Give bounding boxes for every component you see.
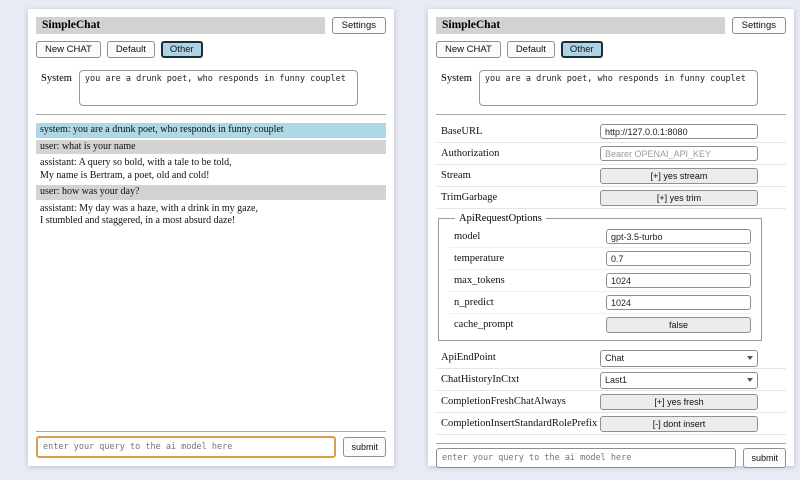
query-section: submit: [436, 435, 786, 468]
settings-list: BaseURL Authorization Stream [+] yes str…: [436, 121, 786, 435]
setting-row-n-predict: n_predict: [449, 292, 751, 314]
baseurl-input[interactable]: [600, 124, 758, 139]
query-row: submit: [36, 436, 386, 458]
api-endpoint-select[interactable]: Chat: [600, 350, 758, 367]
page: SimpleChat Settings New CHAT Default Oth…: [0, 0, 800, 480]
setting-row-max-tokens: max_tokens: [449, 270, 751, 292]
n-predict-label: n_predict: [449, 297, 606, 308]
session-tab-default[interactable]: Default: [107, 41, 155, 58]
chat-message-assistant: assistant: A query so bold, with a tale …: [36, 156, 386, 183]
divider: [436, 443, 786, 444]
stream-toggle-button[interactable]: [+] yes stream: [600, 168, 758, 184]
chat-message-user: user: what is your name: [36, 140, 386, 155]
settings-button[interactable]: Settings: [732, 17, 786, 34]
setting-row-authorization: Authorization: [436, 143, 786, 165]
setting-row-chat-history: ChatHistoryInCtxt Last1: [436, 369, 786, 391]
api-request-options-fieldset: ApiRequestOptions model temperature max_…: [438, 213, 762, 341]
cache-prompt-label: cache_prompt: [449, 319, 606, 330]
max-tokens-label: max_tokens: [449, 275, 606, 286]
api-request-options-legend: ApiRequestOptions: [455, 213, 546, 224]
title-row: SimpleChat Settings: [36, 17, 386, 34]
api-endpoint-label: ApiEndPoint: [436, 352, 600, 363]
chat-message-system: system: you are a drunk poet, who respon…: [36, 123, 386, 138]
divider: [436, 114, 786, 115]
authorization-input[interactable]: [600, 146, 758, 161]
setting-row-trimgarbage: TrimGarbage [+] yes trim: [436, 187, 786, 209]
chat-log: system: you are a drunk poet, who respon…: [36, 121, 386, 231]
temperature-label: temperature: [449, 253, 606, 264]
system-prompt-label: System: [436, 70, 479, 84]
setting-row-api-endpoint: ApiEndPoint Chat: [436, 347, 786, 369]
model-input[interactable]: [606, 229, 751, 244]
settings-panel: SimpleChat Settings New CHAT Default Oth…: [428, 9, 794, 466]
setting-row-cache-prompt: cache_prompt false: [449, 314, 751, 335]
new-chat-button[interactable]: New CHAT: [36, 41, 101, 58]
chat-history-select-wrap: Last1: [600, 370, 758, 389]
app-title: SimpleChat: [436, 17, 725, 34]
title-row: SimpleChat Settings: [436, 17, 786, 34]
settings-button[interactable]: Settings: [332, 17, 386, 34]
app-title: SimpleChat: [36, 17, 325, 34]
chat-message-user: user: how was your day?: [36, 185, 386, 200]
chat-panel: SimpleChat Settings New CHAT Default Oth…: [28, 9, 394, 466]
authorization-label: Authorization: [436, 148, 600, 159]
n-predict-input[interactable]: [606, 295, 751, 310]
session-tab-other[interactable]: Other: [161, 41, 203, 58]
system-prompt-input[interactable]: you are a drunk poet, who responds in fu…: [79, 70, 358, 106]
chat-history-select[interactable]: Last1: [600, 372, 758, 389]
setting-row-baseurl: BaseURL: [436, 121, 786, 143]
setting-row-temperature: temperature: [449, 248, 751, 270]
role-prefix-label: CompletionInsertStandardRolePrefix: [436, 418, 600, 429]
chat-history-label: ChatHistoryInCtxt: [436, 374, 600, 385]
setting-row-completion-fresh: CompletionFreshChatAlways [+] yes fresh: [436, 391, 786, 413]
chat-message-assistant: assistant: My day was a haze, with a dri…: [36, 202, 386, 229]
setting-row-stream: Stream [+] yes stream: [436, 165, 786, 187]
session-tab-other[interactable]: Other: [561, 41, 603, 58]
session-toolbar: New CHAT Default Other: [436, 41, 786, 58]
setting-row-role-prefix: CompletionInsertStandardRolePrefix [-] d…: [436, 413, 786, 435]
completion-fresh-label: CompletionFreshChatAlways: [436, 396, 600, 407]
system-prompt-row: System you are a drunk poet, who respond…: [436, 70, 786, 106]
role-prefix-toggle-button[interactable]: [-] dont insert: [600, 416, 758, 432]
query-row: submit: [436, 448, 786, 468]
cache-prompt-toggle-button[interactable]: false: [606, 317, 751, 333]
system-prompt-row: System you are a drunk poet, who respond…: [36, 70, 386, 106]
trimgarbage-label: TrimGarbage: [436, 192, 600, 203]
session-toolbar: New CHAT Default Other: [36, 41, 386, 58]
system-prompt-label: System: [36, 70, 79, 84]
setting-row-model: model: [449, 226, 751, 248]
system-prompt-input[interactable]: you are a drunk poet, who responds in fu…: [479, 70, 758, 106]
model-label: model: [449, 231, 606, 242]
api-endpoint-select-wrap: Chat: [600, 348, 758, 367]
completion-fresh-toggle-button[interactable]: [+] yes fresh: [600, 394, 758, 410]
baseurl-label: BaseURL: [436, 126, 600, 137]
query-input[interactable]: [436, 448, 736, 468]
trimgarbage-toggle-button[interactable]: [+] yes trim: [600, 190, 758, 206]
divider: [36, 114, 386, 115]
query-input[interactable]: [36, 436, 336, 458]
submit-button[interactable]: submit: [743, 448, 786, 468]
query-section: submit: [36, 423, 386, 458]
temperature-input[interactable]: [606, 251, 751, 266]
divider: [36, 431, 386, 432]
submit-button[interactable]: submit: [343, 437, 386, 457]
max-tokens-input[interactable]: [606, 273, 751, 288]
session-tab-default[interactable]: Default: [507, 41, 555, 58]
stream-label: Stream: [436, 170, 600, 181]
new-chat-button[interactable]: New CHAT: [436, 41, 501, 58]
